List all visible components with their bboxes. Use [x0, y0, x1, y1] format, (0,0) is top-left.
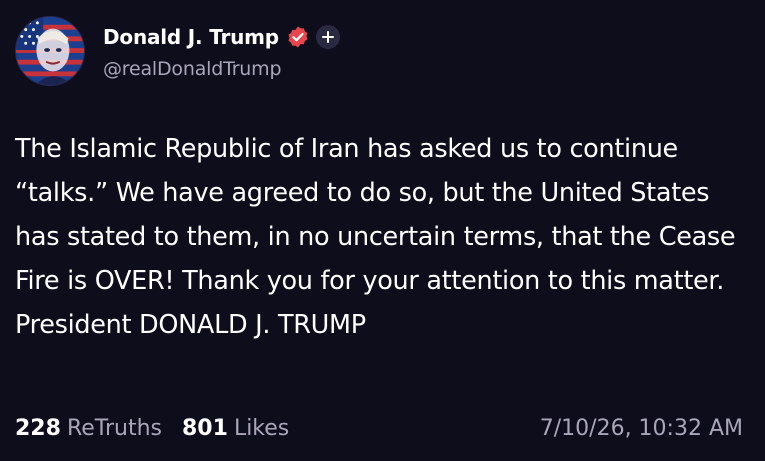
likes-count: 801 [182, 415, 228, 441]
plus-icon [321, 31, 334, 43]
name-row: Donald J. Trump [103, 22, 340, 52]
author-display-name[interactable]: Donald J. Trump [103, 25, 279, 49]
retruths-stat[interactable]: 228 ReTruths [15, 416, 162, 441]
avatar-image [16, 17, 84, 85]
likes-label: Likes [233, 415, 290, 441]
post-header: Donald J. Trump @realDonaldTrump [15, 16, 340, 86]
verified-badge-icon [286, 25, 310, 49]
post-card: Donald J. Trump @realDonaldTrump The Isl… [0, 0, 765, 461]
retruths-count: 228 [15, 415, 61, 441]
author-handle[interactable]: @realDonaldTrump [103, 58, 340, 80]
follow-button[interactable] [315, 25, 340, 49]
post-timestamp[interactable]: 7/10/26, 10:32 AM [540, 416, 743, 441]
post-footer: 228 ReTruths 801 Likes 7/10/26, 10:32 AM [15, 408, 743, 448]
retruths-label: ReTruths [66, 415, 162, 441]
author-identity: Donald J. Trump @realDonaldTrump [103, 16, 340, 80]
avatar[interactable] [15, 16, 85, 86]
post-text: The Islamic Republic of Iran has asked u… [15, 134, 736, 340]
likes-stat[interactable]: 801 Likes [182, 416, 289, 441]
